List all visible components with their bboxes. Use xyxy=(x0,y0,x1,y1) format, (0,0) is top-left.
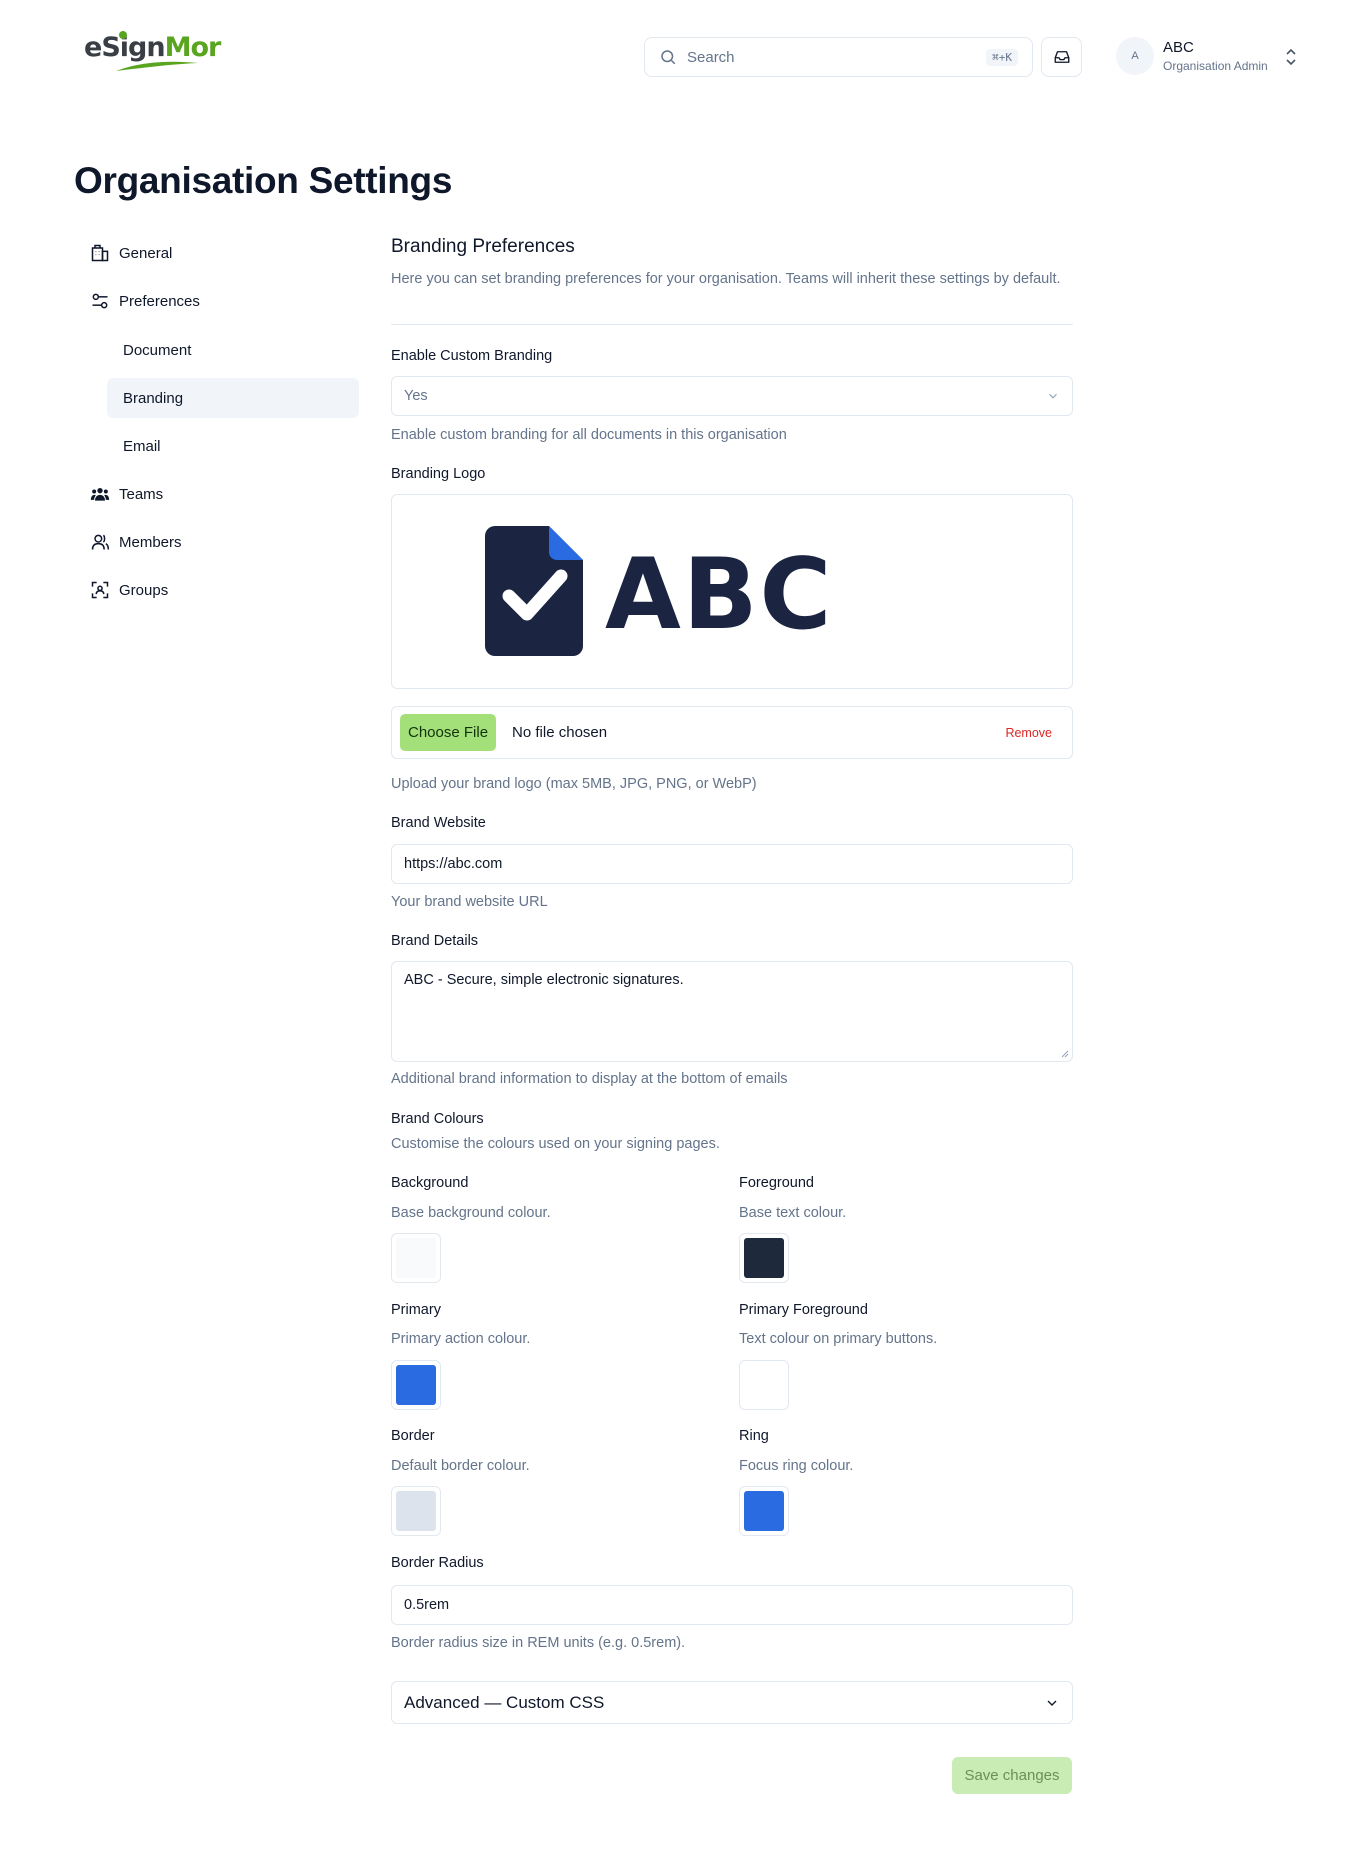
logo-swoosh-icon xyxy=(116,61,198,71)
background-colour-label: Background xyxy=(391,1175,469,1191)
enable-branding-label: Enable Custom Branding xyxy=(391,348,553,364)
brand-website-label: Brand Website xyxy=(391,815,486,831)
logo-dot-icon xyxy=(119,31,127,39)
inbox-icon xyxy=(1054,51,1069,63)
document-check-icon xyxy=(485,526,583,656)
sidebar-label-document: Document xyxy=(123,341,192,359)
sidebar-label-groups: Groups xyxy=(119,581,169,599)
ring-colour-helper: Focus ring colour. xyxy=(739,1458,854,1474)
settings-sliders-icon xyxy=(92,293,108,309)
brand-details-label: Brand Details xyxy=(391,933,479,949)
primary-colour-label: Primary xyxy=(391,1302,441,1318)
brand-details-value: ABC - Secure, simple electronic signatur… xyxy=(404,972,684,988)
section-title: Branding Preferences xyxy=(391,236,575,257)
foreground-colour-label: Foreground xyxy=(739,1175,814,1191)
border-colour-picker[interactable] xyxy=(391,1486,441,1536)
primary-foreground-colour-picker[interactable] xyxy=(739,1360,789,1410)
brand-details-helper: Additional brand information to display … xyxy=(391,1071,788,1087)
search-icon xyxy=(661,50,676,65)
inbox-button[interactable] xyxy=(1041,37,1082,77)
search-placeholder: Search xyxy=(687,48,735,66)
border-radius-value: 0.5rem xyxy=(404,1597,450,1613)
branding-logo-label: Branding Logo xyxy=(391,466,486,482)
section-divider xyxy=(391,324,1073,325)
sidebar-item-document[interactable]: Document xyxy=(107,330,359,370)
border-radius-input[interactable]: 0.5rem xyxy=(391,1585,1073,1625)
sidebar-label-preferences: Preferences xyxy=(119,292,200,310)
primary-foreground-colour-label: Primary Foreground xyxy=(739,1302,868,1318)
app-logo[interactable]: eSignMor xyxy=(84,28,221,76)
logo-text-e: e xyxy=(84,32,102,63)
advanced-custom-css-label: Advanced — Custom CSS xyxy=(404,1692,605,1712)
brand-details-textarea[interactable]: ABC - Secure, simple electronic signatur… xyxy=(391,961,1073,1062)
chevron-down-icon xyxy=(1047,1700,1057,1706)
sidebar-label-general: General xyxy=(119,244,173,262)
enable-branding-select[interactable]: Yes xyxy=(391,376,1073,416)
logo-preview-text: ABC xyxy=(605,538,834,652)
no-file-text: No file chosen xyxy=(512,724,608,741)
search-shortcut-badge: ⌘+K xyxy=(986,48,1018,66)
logo-helper: Upload your brand logo (max 5MB, JPG, PN… xyxy=(391,776,757,792)
chevron-up-down-icon[interactable] xyxy=(1284,48,1298,66)
sidebar-item-email[interactable]: Email xyxy=(107,426,359,466)
background-colour-picker[interactable] xyxy=(391,1233,441,1283)
foreground-colour-picker[interactable] xyxy=(739,1233,789,1283)
avatar-initial: A xyxy=(1131,50,1139,62)
sidebar-item-groups[interactable]: Groups xyxy=(90,570,168,610)
sidebar-label-members: Members xyxy=(119,533,182,551)
border-colour-label: Border xyxy=(391,1428,435,1444)
save-changes-button[interactable]: Save changes xyxy=(952,1757,1072,1794)
brand-colours-label: Brand Colours xyxy=(391,1111,484,1127)
ring-colour-swatch xyxy=(744,1491,784,1531)
avatar[interactable]: A xyxy=(1116,37,1154,75)
border-radius-label: Border Radius xyxy=(391,1555,484,1571)
sidebar-label-email: Email xyxy=(123,437,161,455)
primary-colour-helper: Primary action colour. xyxy=(391,1331,531,1347)
branding-logo-preview: ABC xyxy=(391,494,1073,689)
chevron-down-icon xyxy=(1049,393,1057,399)
user-role: Organisation Admin xyxy=(1163,59,1268,73)
foreground-colour-helper: Base text colour. xyxy=(739,1205,847,1221)
ring-colour-label: Ring xyxy=(739,1428,769,1444)
user-name[interactable]: ABC xyxy=(1163,39,1194,56)
border-colour-helper: Default border colour. xyxy=(391,1458,530,1474)
sidebar-item-general[interactable]: General xyxy=(90,233,172,273)
remove-logo-button[interactable]: Remove xyxy=(1005,726,1052,740)
enable-branding-helper: Enable custom branding for all documents… xyxy=(391,427,787,443)
primary-colour-picker[interactable] xyxy=(391,1360,441,1410)
sidebar-label-branding: Branding xyxy=(123,389,184,407)
section-description: Here you can set branding preferences fo… xyxy=(391,271,1061,287)
border-colour-swatch xyxy=(396,1491,436,1531)
background-colour-helper: Base background colour. xyxy=(391,1205,551,1221)
sidebar-item-preferences[interactable]: Preferences xyxy=(90,281,200,321)
brand-website-input[interactable]: https://abc.com xyxy=(391,844,1073,884)
brand-website-value: https://abc.com xyxy=(404,856,503,872)
brand-colours-helper: Customise the colours used on your signi… xyxy=(391,1136,720,1152)
background-colour-swatch xyxy=(396,1238,436,1278)
page-title: Organisation Settings xyxy=(74,160,453,201)
logo-file-input[interactable]: Choose File No file chosen Remove xyxy=(391,706,1073,759)
border-radius-helper: Border radius size in REM units (e.g. 0.… xyxy=(391,1635,686,1651)
resize-handle-icon[interactable] xyxy=(1061,1050,1069,1058)
enable-branding-value: Yes xyxy=(404,388,428,404)
advanced-custom-css-accordion[interactable]: Advanced — Custom CSS xyxy=(391,1681,1073,1724)
ring-colour-picker[interactable] xyxy=(739,1486,789,1536)
choose-file-button[interactable]: Choose File xyxy=(400,714,497,751)
sidebar-label-teams: Teams xyxy=(119,485,164,503)
sidebar-item-branding[interactable]: Branding xyxy=(107,378,359,418)
sidebar-item-teams[interactable]: Teams xyxy=(90,474,163,514)
primary-colour-swatch xyxy=(396,1365,436,1405)
sidebar-item-members[interactable]: Members xyxy=(90,522,182,562)
users-icon xyxy=(90,488,110,501)
building-icon xyxy=(91,244,109,262)
brand-website-helper: Your brand website URL xyxy=(391,894,548,910)
group-frame-icon xyxy=(91,581,109,599)
foreground-colour-swatch xyxy=(744,1238,784,1278)
search-input[interactable]: Search ⌘+K xyxy=(644,37,1033,77)
primary-foreground-colour-helper: Text colour on primary buttons. xyxy=(739,1331,938,1347)
primary-foreground-colour-swatch xyxy=(744,1365,784,1405)
user-icon xyxy=(91,534,110,550)
